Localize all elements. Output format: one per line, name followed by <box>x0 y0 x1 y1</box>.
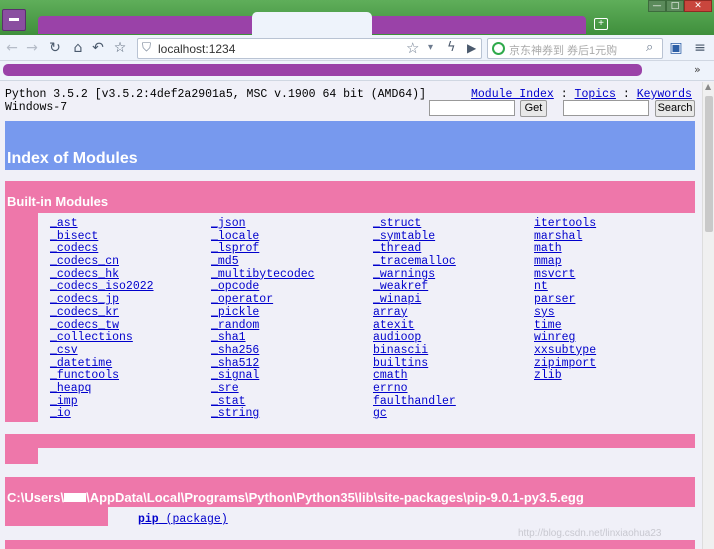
browser-search-input[interactable]: 京东神券到 券后1元购 ⌕ <box>487 38 663 59</box>
search-button[interactable]: Search <box>655 100 695 117</box>
back-arrow-icon[interactable]: ← <box>2 38 22 58</box>
path-prefix: C:\Users\ <box>7 490 65 505</box>
section-divider <box>5 540 695 549</box>
section-sidebar <box>5 507 108 526</box>
module-column: _json _locale _lsprof _md5 _multibytecodec _o… <box>211 217 315 421</box>
module-link[interactable]: _operator <box>211 293 315 307</box>
platform-name: Windows-7 <box>5 101 68 114</box>
redacted-username <box>64 493 87 502</box>
module-name-input[interactable] <box>429 100 515 116</box>
module-link[interactable]: xxsubtype <box>534 344 596 358</box>
module-column: _ast _bisect _codecs _codecs_cn _codecs_hk _c… <box>50 217 154 421</box>
module-link[interactable]: _sha1 <box>211 331 315 345</box>
watermark: http://blog.csdn.net/linxiaohua23 <box>518 528 662 539</box>
vertical-scrollbar[interactable]: ▲ <box>702 82 714 549</box>
module-link[interactable]: sys <box>534 306 596 320</box>
python-version: Python 3.5.2 [v3.5.2:4def2a2901a5, MSC v… <box>5 88 426 101</box>
search-engine-icon[interactable] <box>492 42 505 55</box>
bookmarks-bar: » <box>0 61 714 81</box>
module-link[interactable]: _csv <box>50 344 154 358</box>
chevron-down-icon[interactable]: ▾ <box>428 42 433 53</box>
index-banner: Index of Modules <box>5 121 695 170</box>
scrollbar-thumb[interactable] <box>705 96 713 232</box>
scroll-up-icon[interactable]: ▲ <box>705 82 711 91</box>
module-link[interactable]: _sre <box>211 382 315 396</box>
active-tab[interactable] <box>252 12 372 35</box>
address-url[interactable]: localhost:1234 <box>158 42 235 56</box>
pip-package-link[interactable]: pip <box>138 513 159 526</box>
play-icon[interactable]: ▶ <box>467 41 476 55</box>
module-column: _struct _symtable _thread _tracemalloc _warn… <box>373 217 456 421</box>
shield-icon: ⛉ <box>142 40 152 54</box>
search-icon[interactable]: ⌕ <box>646 40 653 55</box>
lightning-icon[interactable]: ϟ <box>447 40 456 55</box>
bookmark-star-icon[interactable]: ☆ <box>406 39 419 57</box>
reload-icon[interactable]: ↻ <box>45 38 65 58</box>
browser-title-bar: + — □ ✕ <box>0 0 714 35</box>
section-title: Built-in Modules <box>7 194 109 209</box>
module-link[interactable]: _codecs_kr <box>50 306 154 320</box>
chevron-double-right-icon[interactable]: » <box>694 63 701 76</box>
page-title: Index of Modules <box>7 150 138 167</box>
get-button[interactable]: Get <box>520 100 547 117</box>
bookmarks-strip[interactable] <box>3 64 642 76</box>
address-bar[interactable]: ⛉ localhost:1234 ☆ ▾ ϟ ▶ <box>137 38 482 59</box>
module-link[interactable]: _io <box>50 408 154 421</box>
module-link[interactable]: binascii <box>373 344 456 358</box>
module-link[interactable]: _pickle <box>211 306 315 320</box>
module-link[interactable]: _ast <box>50 217 154 231</box>
path-suffix: \AppData\Local\Programs\Python\Python35\… <box>86 490 584 505</box>
module-link[interactable]: array <box>373 306 456 320</box>
extension-icon[interactable]: ▣ <box>666 38 686 58</box>
close-window-button[interactable]: ✕ <box>684 0 712 12</box>
favorites-star-icon[interactable]: ☆ <box>110 38 130 58</box>
builtin-modules-banner: Built-in Modules <box>5 181 695 213</box>
menu-icon[interactable]: ≡ <box>690 38 710 58</box>
module-column: itertools marshal math mmap msvcrt nt parser sy… <box>534 217 596 383</box>
module-link[interactable]: _tracemalloc <box>373 255 456 269</box>
home-icon[interactable]: ⌂ <box>68 38 88 58</box>
package-suffix: (package) <box>158 513 228 526</box>
pydoc-page: Python 3.5.2 [v3.5.2:4def2a2901a5, MSC v… <box>0 82 702 549</box>
module-link[interactable]: _sha256 <box>211 344 315 358</box>
undo-close-tab-icon[interactable]: ↶ <box>88 38 108 58</box>
minimize-button[interactable]: — <box>648 0 666 12</box>
maximize-button[interactable]: □ <box>666 0 684 12</box>
module-link[interactable]: _md5 <box>211 255 315 269</box>
module-link[interactable]: _winapi <box>373 293 456 307</box>
browser-app-icon[interactable] <box>2 9 26 31</box>
module-link[interactable]: winreg <box>534 331 596 345</box>
site-packages-banner: C:\Users\ \AppData\Local\Programs\Python\… <box>5 477 695 507</box>
package-entry: pip (package) <box>138 513 228 526</box>
navigation-bar: ← → ↻ ⌂ ↶ ☆ ⛉ localhost:1234 ☆ ▾ ϟ ▶ 京东神… <box>0 35 714 61</box>
module-link[interactable]: _json <box>211 217 315 231</box>
module-link[interactable]: zlib <box>534 370 596 383</box>
module-link[interactable]: _string <box>211 408 315 421</box>
module-link[interactable]: audioop <box>373 331 456 345</box>
module-link[interactable]: _heapq <box>50 382 154 396</box>
module-link[interactable]: itertools <box>534 217 596 231</box>
module-link[interactable]: gc <box>373 408 456 421</box>
module-link[interactable]: _collections <box>50 331 154 345</box>
section-sidebar <box>5 448 38 464</box>
forward-arrow-icon[interactable]: → <box>22 38 42 58</box>
module-link[interactable]: _codecs_cn <box>50 255 154 269</box>
keyword-search-input[interactable] <box>563 100 649 116</box>
module-link[interactable]: _codecs_jp <box>50 293 154 307</box>
section-divider <box>5 434 695 448</box>
search-placeholder[interactable]: 京东神券到 券后1元购 <box>509 42 617 58</box>
section-sidebar <box>5 213 38 422</box>
section-title: C:\Users\ \AppData\Local\Programs\Python\… <box>7 490 584 505</box>
new-tab-button[interactable]: + <box>594 18 608 30</box>
module-link[interactable]: _struct <box>373 217 456 231</box>
module-link[interactable]: parser <box>534 293 596 307</box>
module-link[interactable]: errno <box>373 382 456 396</box>
module-link[interactable]: mmap <box>534 255 596 269</box>
